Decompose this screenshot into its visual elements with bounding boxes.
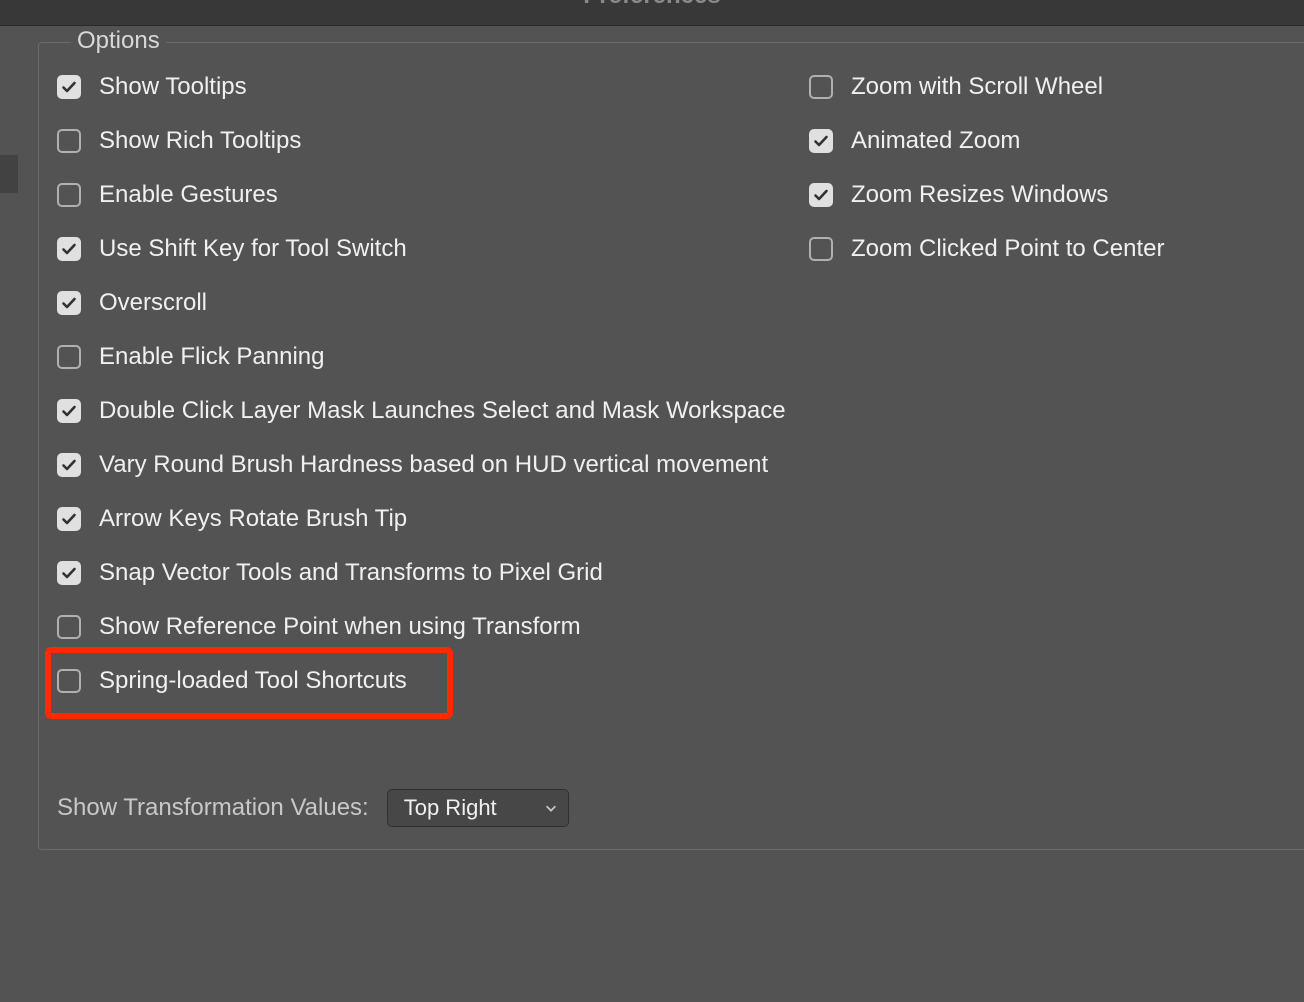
checkbox-label: Show Tooltips xyxy=(99,73,247,101)
checkbox-row[interactable]: Zoom Clicked Point to Center xyxy=(809,235,1286,263)
options-column-right: Zoom with Scroll Wheel Animated Zoom Zoom … xyxy=(809,73,1286,849)
checkbox[interactable] xyxy=(57,561,81,585)
checkbox[interactable] xyxy=(57,129,81,153)
checkbox[interactable] xyxy=(57,237,81,261)
checkbox-label: Arrow Keys Rotate Brush Tip xyxy=(99,505,407,533)
checkbox-label: Zoom Resizes Windows xyxy=(851,181,1108,209)
transformation-label: Show Transformation Values: xyxy=(57,794,369,822)
checkbox-row[interactable]: Zoom Resizes Windows xyxy=(809,181,1286,209)
checkbox[interactable] xyxy=(809,129,833,153)
transformation-dropdown[interactable]: Top Right xyxy=(387,789,569,827)
checkbox-row[interactable]: Spring-loaded Tool Shortcuts xyxy=(57,667,809,695)
checkbox[interactable] xyxy=(57,75,81,99)
window-title: Preferences xyxy=(583,0,720,10)
checkbox-row[interactable]: Show Rich Tooltips xyxy=(57,127,809,155)
checkbox-label: Show Reference Point when using Transfor… xyxy=(99,613,581,641)
checkbox[interactable] xyxy=(809,183,833,207)
checkbox-row[interactable]: Use Shift Key for Tool Switch xyxy=(57,235,809,263)
checkbox-row[interactable]: Arrow Keys Rotate Brush Tip xyxy=(57,505,809,533)
checkbox-label: Use Shift Key for Tool Switch xyxy=(99,235,407,263)
checkbox[interactable] xyxy=(57,345,81,369)
checkbox-label: Animated Zoom xyxy=(851,127,1020,155)
transformation-row: Show Transformation Values: Top Right xyxy=(57,789,569,827)
checkbox[interactable] xyxy=(57,399,81,423)
checkbox[interactable] xyxy=(809,237,833,261)
window-title-bar: Preferences xyxy=(0,0,1304,26)
checkbox-label: Double Click Layer Mask Launches Select … xyxy=(99,397,786,425)
checkbox[interactable] xyxy=(57,453,81,477)
checkbox[interactable] xyxy=(57,615,81,639)
transformation-dropdown-value: Top Right xyxy=(404,795,497,821)
checkbox-label: Zoom with Scroll Wheel xyxy=(851,73,1103,101)
checkbox-row[interactable]: Show Tooltips xyxy=(57,73,809,101)
checkbox-row[interactable]: Enable Flick Panning xyxy=(57,343,809,371)
checkbox-label: Enable Gestures xyxy=(99,181,278,209)
checkbox-row[interactable]: Vary Round Brush Hardness based on HUD v… xyxy=(57,451,809,479)
checkbox-row[interactable]: Show Reference Point when using Transfor… xyxy=(57,613,809,641)
checkbox[interactable] xyxy=(57,291,81,315)
checkbox[interactable] xyxy=(57,507,81,531)
checkbox-row[interactable]: Double Click Layer Mask Launches Select … xyxy=(57,397,809,425)
checkbox-row[interactable]: Animated Zoom xyxy=(809,127,1286,155)
options-column-left: Show Tooltips Show Rich Tooltips Enable Ge… xyxy=(57,73,809,849)
checkbox-row[interactable]: Enable Gestures xyxy=(57,181,809,209)
checkbox[interactable] xyxy=(809,75,833,99)
checkbox-label: Show Rich Tooltips xyxy=(99,127,301,155)
checkbox-row[interactable]: Snap Vector Tools and Transforms to Pixe… xyxy=(57,559,809,587)
options-panel: Options Show TooltipsShow Rich TooltipsE… xyxy=(38,42,1304,850)
chevron-down-icon xyxy=(544,801,558,815)
checkbox-label: Zoom Clicked Point to Center xyxy=(851,235,1164,263)
checkbox[interactable] xyxy=(57,183,81,207)
checkbox-label: Overscroll xyxy=(99,289,207,317)
checkbox-label: Enable Flick Panning xyxy=(99,343,324,371)
options-legend: Options xyxy=(71,27,166,55)
checkbox-label: Vary Round Brush Hardness based on HUD v… xyxy=(99,451,768,479)
sidebar-stub xyxy=(0,155,18,193)
checkbox-label: Spring-loaded Tool Shortcuts xyxy=(99,667,407,695)
checkbox-label: Snap Vector Tools and Transforms to Pixe… xyxy=(99,559,603,587)
checkbox[interactable] xyxy=(57,669,81,693)
checkbox-row[interactable]: Overscroll xyxy=(57,289,809,317)
checkbox-row[interactable]: Zoom with Scroll Wheel xyxy=(809,73,1286,101)
